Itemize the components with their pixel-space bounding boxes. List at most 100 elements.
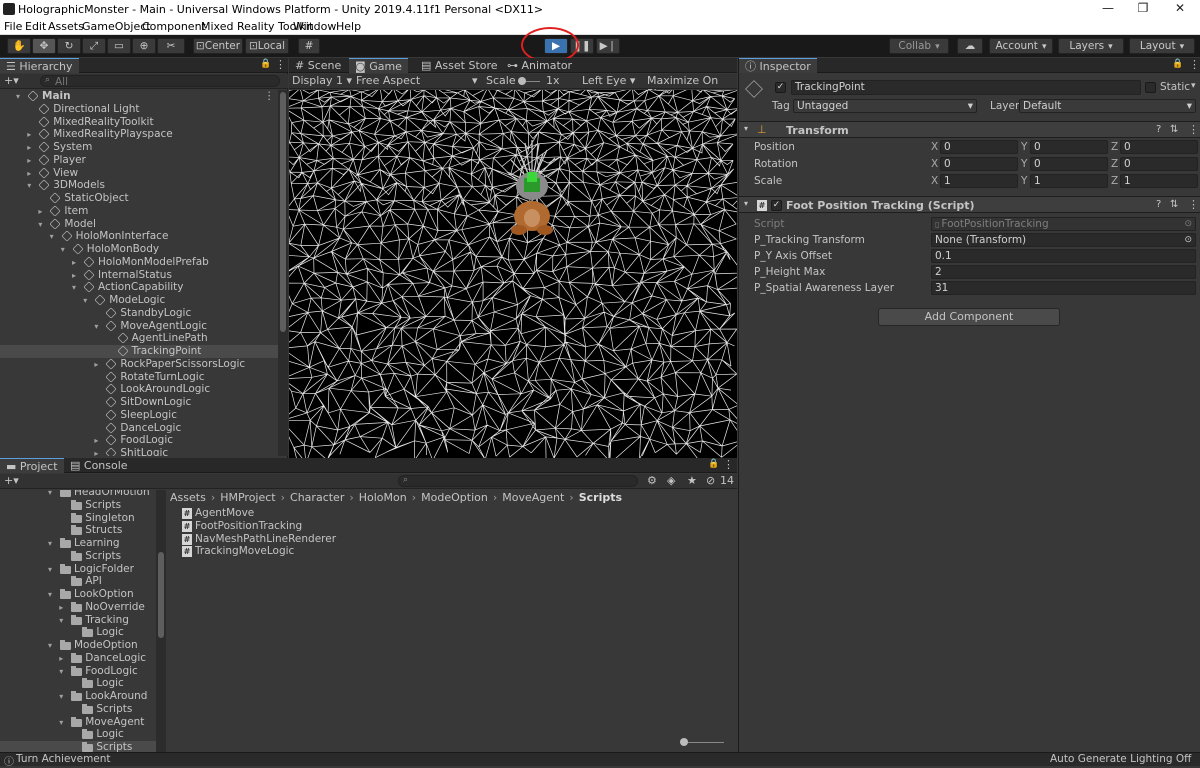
chevron-down-icon[interactable]: ▾	[48, 537, 52, 550]
active-checkbox[interactable]: ✓	[775, 82, 786, 93]
chevron-down-icon[interactable]: ▾	[61, 243, 65, 256]
pivot-center-button[interactable]: ⊡Center	[193, 38, 243, 54]
chevron-down-icon[interactable]: ▾	[59, 614, 63, 627]
transform-preset-icon[interactable]: ⇅	[1170, 124, 1178, 135]
chevron-right-icon[interactable]: ▸	[72, 269, 76, 282]
project-folder-item[interactable]: Singleton	[0, 512, 156, 525]
hierarchy-item[interactable]: StaticObject	[0, 192, 278, 205]
project-add-button[interactable]: +▾	[4, 474, 19, 487]
hierarchy-item[interactable]: LookAroundLogic	[0, 383, 278, 396]
chevron-down-icon[interactable]: ▾	[94, 320, 98, 333]
add-component-button[interactable]: Add Component	[878, 308, 1060, 326]
tab-project[interactable]: ▬ Project	[0, 458, 64, 473]
hierarchy-item[interactable]: TrackingPoint	[0, 345, 278, 358]
project-folder-item[interactable]: ▾ LookAround	[0, 690, 156, 703]
chevron-right-icon[interactable]: ▸	[27, 141, 31, 154]
component-menu-icon[interactable]: ⋮	[1188, 198, 1199, 211]
transform-x-field[interactable]: 0	[940, 157, 1018, 171]
tab-hierarchy[interactable]: ☰ Hierarchy	[0, 58, 79, 73]
breadcrumb-item[interactable]: HoloMon	[359, 491, 407, 504]
hierarchy-item[interactable]: Directional Light	[0, 103, 278, 116]
chevron-down-icon[interactable]: ▾	[59, 690, 63, 703]
hidden-packages-icon[interactable]: ⊘	[706, 474, 715, 487]
pivot-local-button[interactable]: ⊡Local	[245, 38, 289, 54]
hierarchy-item[interactable]: ▸ InternalStatus	[0, 269, 278, 282]
transform-x-field[interactable]: 1	[940, 174, 1018, 188]
hierarchy-item[interactable]: ▾ HoloMonInterface	[0, 230, 278, 243]
static-chevron-down-icon[interactable]: ▾	[1191, 81, 1196, 91]
chevron-down-icon[interactable]: ▾	[48, 639, 52, 652]
transform-x-field[interactable]: 0	[940, 140, 1018, 154]
hierarchy-item[interactable]: ▸ System	[0, 141, 278, 154]
breadcrumb-item[interactable]: Scripts	[579, 491, 622, 504]
menu-window[interactable]: Window	[293, 20, 336, 33]
aspect-chevron-down-icon[interactable]: ▾	[472, 74, 478, 87]
tab-game[interactable]: ◙ Game	[349, 58, 408, 73]
chevron-right-icon[interactable]: ▸	[94, 447, 98, 456]
project-folder-item[interactable]: Structs	[0, 524, 156, 537]
object-picker-icon[interactable]: ⊙	[1184, 218, 1192, 230]
scale-tool-icon[interactable]: ⤢	[82, 38, 106, 54]
chevron-right-icon[interactable]: ▸	[59, 601, 63, 614]
status-message[interactable]: Turn Achievement	[16, 753, 111, 765]
project-tree-scroll-thumb[interactable]	[158, 552, 164, 638]
chevron-down-icon[interactable]: ▾	[72, 281, 76, 294]
game-viewport[interactable]	[289, 90, 737, 458]
rect-tool-icon[interactable]: ▭	[107, 38, 131, 54]
hierarchy-search-input[interactable]: All	[40, 75, 280, 87]
transform-z-field[interactable]: 0	[1120, 157, 1198, 171]
transform-z-field[interactable]: 0	[1120, 140, 1198, 154]
breadcrumb-item[interactable]: HMProject	[220, 491, 275, 504]
hierarchy-item[interactable]: ▸ FoodLogic	[0, 434, 278, 447]
chevron-down-icon[interactable]: ▾	[59, 716, 63, 729]
menu-component[interactable]: Component	[142, 20, 206, 33]
component-field-value[interactable]: 31	[931, 281, 1196, 295]
project-folder-item[interactable]: ▾ FoodLogic	[0, 665, 156, 678]
hierarchy-item[interactable]: ▸ Item	[0, 205, 278, 218]
filter-by-label-icon[interactable]: ◈	[667, 474, 675, 487]
component-help-icon[interactable]: ?	[1156, 199, 1161, 210]
hierarchy-item[interactable]: ▸ ShitLogic	[0, 447, 278, 456]
chevron-down-icon[interactable]: ▾	[48, 490, 52, 499]
chevron-right-icon[interactable]: ▸	[38, 205, 42, 218]
transform-y-field[interactable]: 1	[1030, 174, 1108, 188]
transform-y-field[interactable]: 0	[1030, 157, 1108, 171]
menu-help[interactable]: Help	[336, 20, 361, 33]
filter-by-type-icon[interactable]: ⚙	[647, 474, 657, 487]
hierarchy-item[interactable]: ▾ MoveAgentLogic	[0, 320, 278, 333]
project-folder-item[interactable]: ▾ Tracking	[0, 614, 156, 627]
aspect-dropdown[interactable]: Free Aspect	[356, 74, 420, 87]
script-file-item[interactable]: # FootPositionTracking	[180, 520, 480, 533]
tag-dropdown[interactable]: Untagged ▾	[793, 99, 977, 113]
hierarchy-item[interactable]: ▾ Main ⋮	[0, 90, 278, 103]
tab-scene[interactable]: # Scene	[289, 58, 347, 73]
step-button[interactable]: ▶❘	[596, 38, 620, 54]
menu-file[interactable]: File	[4, 20, 22, 33]
transform-menu-icon[interactable]: ⋮	[1188, 123, 1199, 136]
chevron-right-icon[interactable]: ▸	[27, 167, 31, 180]
chevron-right-icon[interactable]: ▸	[27, 154, 31, 167]
grid-snap-icon[interactable]: #	[298, 38, 320, 54]
favorite-star-icon[interactable]: ★	[687, 474, 697, 487]
chevron-down-icon[interactable]: ▾	[16, 90, 20, 103]
project-search-input[interactable]	[398, 475, 638, 487]
maximize-icon[interactable]: ❐	[1125, 1, 1161, 18]
project-folder-item[interactable]: ▾ ModeOption	[0, 639, 156, 652]
custom-tool-icon[interactable]: ✂	[157, 38, 185, 54]
hierarchy-item[interactable]: ▸ MixedRealityPlayspace	[0, 128, 278, 141]
project-folder-item[interactable]: ▾ Learning	[0, 537, 156, 550]
hierarchy-scrollbar[interactable]	[278, 90, 288, 456]
scale-slider-handle[interactable]	[518, 77, 526, 85]
project-lock-icon[interactable]: 🔒	[708, 459, 719, 469]
transform-header[interactable]: ▾ ⊥ Transform ? ⇅ ⋮	[739, 121, 1200, 138]
project-folder-item[interactable]: Logic	[0, 626, 156, 639]
project-folder-item[interactable]: Scripts	[0, 703, 156, 716]
move-tool-icon[interactable]: ✥	[32, 38, 56, 54]
hierarchy-item[interactable]: RotateTurnLogic	[0, 371, 278, 384]
project-menu-icon[interactable]: ⋮	[723, 458, 734, 471]
project-folder-item[interactable]: API	[0, 575, 156, 588]
project-tree-scrollbar[interactable]	[156, 490, 166, 752]
hierarchy-item[interactable]: MixedRealityToolkit	[0, 116, 278, 129]
hierarchy-item[interactable]: ▸ View	[0, 167, 278, 180]
close-icon[interactable]: ✕	[1162, 1, 1198, 18]
